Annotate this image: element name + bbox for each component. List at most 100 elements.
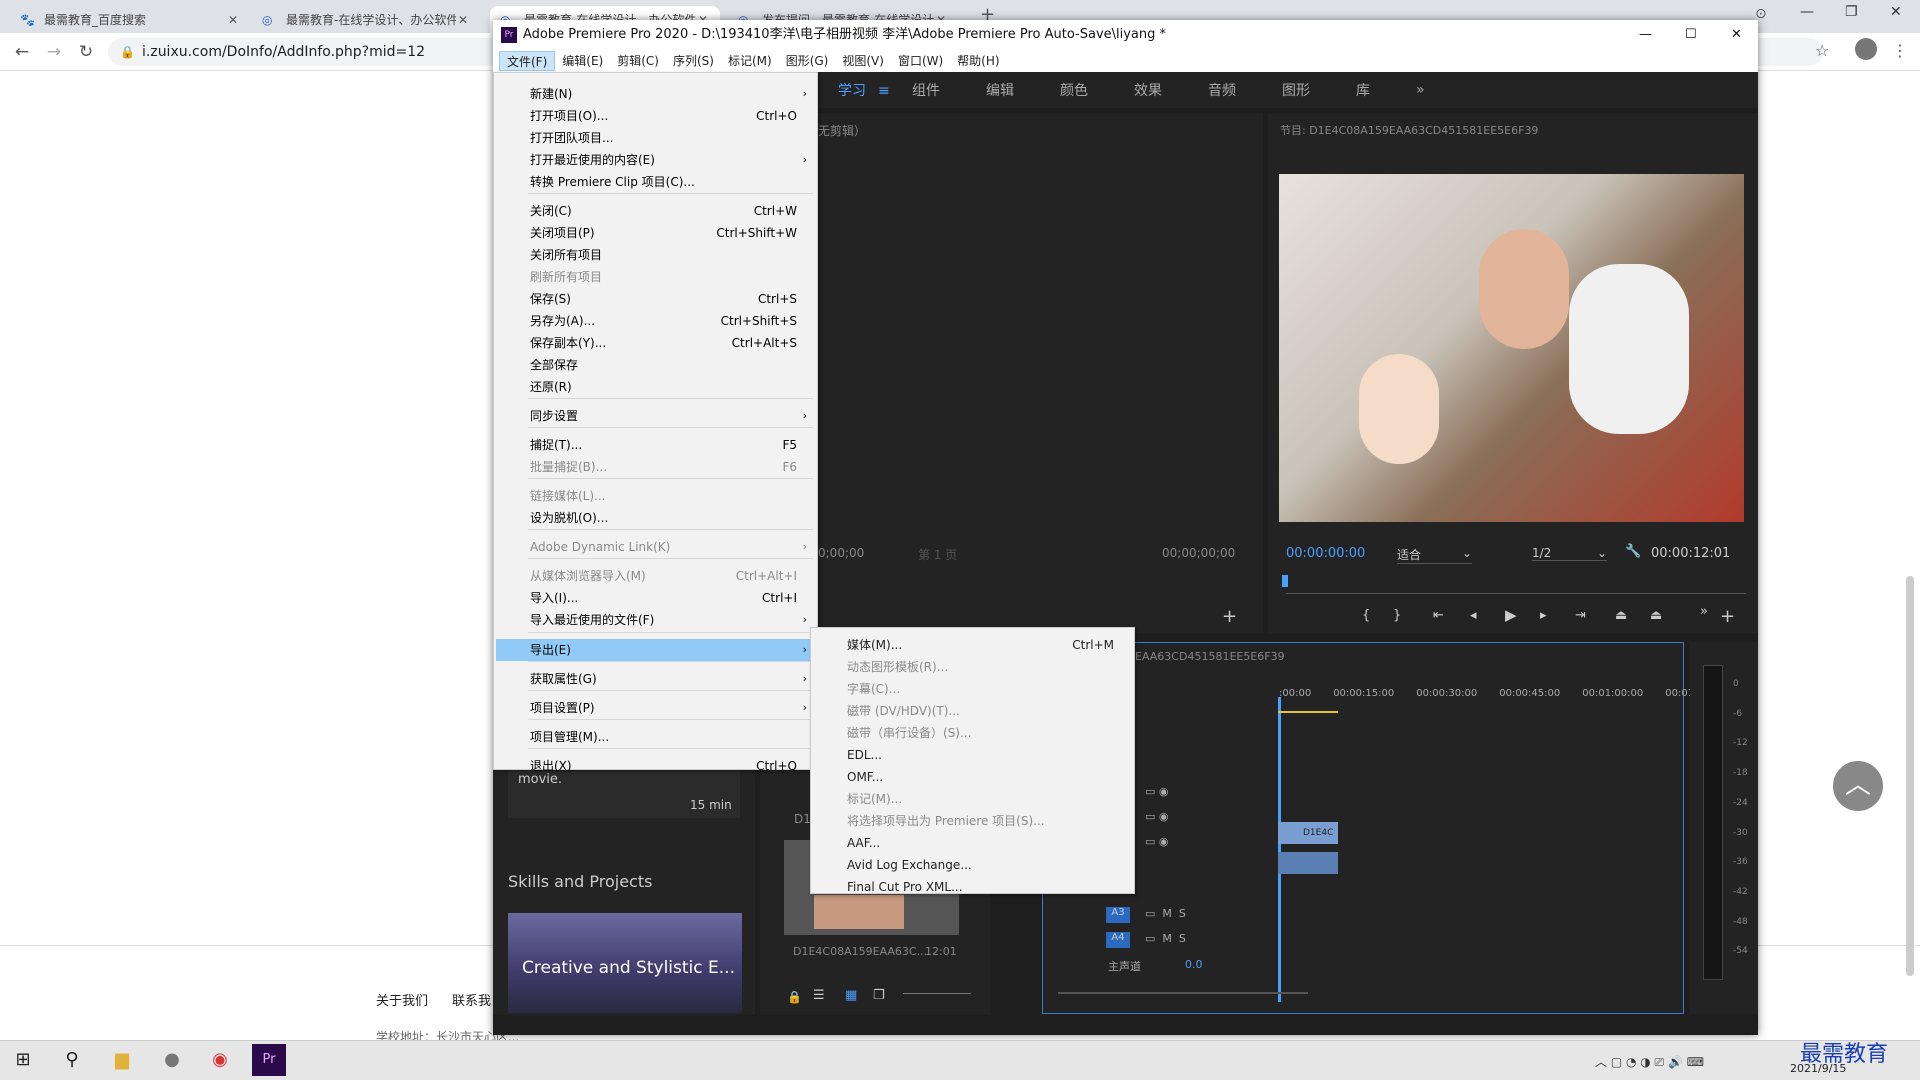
export-menu-item[interactable]: EDL... [813,744,1132,766]
wrench-icon[interactable]: 🔧 [1625,544,1641,559]
file-menu-item[interactable]: 捕捉(T)... F5 [496,434,815,456]
file-menu-item[interactable]: 新建(N) › [496,83,815,105]
export-menu-item[interactable]: 动态图形模板(R)... [813,656,1132,678]
file-menu-item[interactable]: Adobe Dynamic Link(K) › [496,536,815,558]
ws-graphics[interactable]: 图形 [1282,80,1310,100]
step-back-icon[interactable]: ◂ [1470,608,1477,623]
menu-graphics[interactable]: 图形(G) [779,51,836,71]
file-menu-item[interactable]: 导出(E) › [496,639,815,661]
file-menu-item[interactable]: 关闭(C) Ctrl+W [496,200,815,222]
file-menu-item[interactable]: 导入(I)... Ctrl+I [496,587,815,609]
avatar[interactable] [1855,38,1877,60]
track-a4-label[interactable]: A4 [1106,932,1130,948]
menu-help[interactable]: 帮助(H) [950,51,1006,71]
forward-icon[interactable]: → [42,40,66,64]
freeform-view-icon[interactable]: ❐ [873,988,885,1003]
file-menu-item[interactable]: 导入最近使用的文件(F) › [496,609,815,631]
menu-edit[interactable]: 编辑(E) [555,51,610,71]
footer-link-contact[interactable]: 联系我 [452,990,491,1009]
file-menu-item[interactable]: 批量捕捉(B)... F6 [496,456,815,478]
program-scrubber[interactable] [1286,593,1746,594]
footer-link-about[interactable]: 关于我们 [376,990,428,1009]
work-area-bar[interactable] [1278,711,1338,713]
export-menu-item[interactable]: 磁带 (DV/HDV)(T)... [813,700,1132,722]
go-to-out-icon[interactable]: ⇥ [1575,608,1586,623]
export-menu-item[interactable]: Avid Log Exchange... [813,854,1132,876]
export-menu-item[interactable]: 标记(M)... [813,788,1132,810]
timeline-playhead[interactable] [1278,697,1281,1002]
export-menu-item[interactable]: 磁带（串行设备）(S)... [813,722,1132,744]
workspace-menu-icon[interactable]: ≡ [878,83,890,99]
premiere-taskbar-icon[interactable]: Pr [252,1044,286,1076]
play-icon[interactable]: ▶ [1505,606,1517,624]
export-menu-item[interactable]: OMF... [813,766,1132,788]
search-icon[interactable]: ⚲ [55,1044,89,1076]
file-menu-item[interactable]: 同步设置 › [496,405,815,427]
export-menu-item[interactable]: 媒体(M)... Ctrl+M [813,634,1132,656]
master-volume[interactable]: 0.0 [1185,958,1203,971]
mark-out-icon[interactable]: } [1393,608,1401,623]
menu-window[interactable]: 窗口(W) [891,51,950,71]
add-button-icon[interactable]: + [1222,606,1237,627]
close-icon[interactable]: ✕ [456,13,470,27]
ws-editing[interactable]: 编辑 [986,80,1014,100]
file-menu-item[interactable]: 保存副本(Y)... Ctrl+Alt+S [496,332,815,354]
track-a3-label[interactable]: A3 [1106,907,1130,923]
file-menu-item[interactable]: 链接媒体(L)... [496,485,815,507]
arrow-up-icon[interactable]: ︿ [1833,761,1883,811]
menu-clip[interactable]: 剪辑(C) [610,51,666,71]
playhead[interactable] [1282,575,1288,587]
file-menu-item[interactable]: 转换 Premiere Clip 项目(C)... [496,171,815,193]
restore-icon[interactable]: ❐ [1845,4,1858,20]
step-forward-icon[interactable]: ▸ [1540,608,1547,623]
menu-sequence[interactable]: 序列(S) [666,51,721,71]
lift-icon[interactable]: ⏏ [1615,608,1627,623]
export-menu-item[interactable]: AAF... [813,832,1132,854]
back-icon[interactable]: ← [10,40,34,64]
export-menu-item[interactable]: 将选择项导出为 Premiere 项目(S)... [813,810,1132,832]
chrome-icon[interactable]: ◉ [203,1044,237,1076]
file-menu-item[interactable]: 关闭项目(P) Ctrl+Shift+W [496,222,815,244]
close-window-icon[interactable]: ✕ [1890,4,1902,20]
menu-view[interactable]: 视图(V) [835,51,891,71]
more-menu-icon[interactable]: ⋮ [1892,41,1908,60]
lock-icon[interactable]: 🔒 [787,990,802,1004]
ws-assembly[interactable]: 组件 [912,80,940,100]
add-button-icon[interactable]: + [1720,606,1735,627]
icon-view-icon[interactable]: ▦ [845,988,857,1003]
file-menu-item[interactable]: 全部保存 [496,354,815,376]
close-icon[interactable]: ✕ [226,13,240,27]
resolution-dropdown[interactable]: 1/2 ⌄ [1532,546,1607,561]
file-menu-item[interactable]: 关闭所有项目 [496,244,815,266]
page-scrollbar[interactable] [1906,576,1914,976]
zoom-slider[interactable] [903,993,971,994]
ws-color[interactable]: 颜色 [1060,80,1088,100]
fit-dropdown[interactable]: 适合 ⌄ [1397,546,1472,564]
file-menu-item[interactable]: 刷新所有项目 [496,266,815,288]
file-menu-item[interactable]: 保存(S) Ctrl+S [496,288,815,310]
close-window-icon[interactable]: ✕ [1731,20,1742,50]
go-to-in-icon[interactable]: ⇤ [1433,608,1444,623]
tutorial-card[interactable]: Creative and Stylistic E... [508,913,742,1013]
more-workspaces-icon[interactable]: » [1416,82,1425,98]
minimize-icon[interactable]: — [1800,4,1814,20]
track-toggle-icon[interactable]: ▭ ◉ [1145,810,1169,823]
list-view-icon[interactable]: ☰ [813,988,825,1003]
export-menu-item[interactable]: 字幕(C)... [813,678,1132,700]
file-menu-item[interactable]: 打开项目(O)... Ctrl+O [496,105,815,127]
file-menu-item[interactable]: 从媒体浏览器导入(M) Ctrl+Alt+I [496,565,815,587]
minimize-icon[interactable]: — [1639,20,1652,50]
browser-tab[interactable]: 🐾 最需教育_百度搜索 ✕ [10,6,250,33]
video-clip[interactable]: D1E4C [1278,822,1338,844]
ws-learn[interactable]: 学习 [838,80,866,100]
track-toggle-icon[interactable]: ▭ ◉ [1145,785,1169,798]
file-menu-item[interactable]: 打开最近使用的内容(E) › [496,149,815,171]
windows-start-icon[interactable]: ⊞ [6,1044,40,1076]
export-menu-item[interactable]: Final Cut Pro XML... [813,876,1132,898]
ws-effects[interactable]: 效果 [1134,80,1162,100]
browser-tab[interactable]: ◎最需教育-在线学设计、办公软件✕ [252,6,480,33]
file-menu-item[interactable]: 项目设置(P) › [496,697,815,719]
menu-file[interactable]: 文件(F) [499,51,556,71]
ws-libraries[interactable]: 库 [1356,80,1370,100]
extract-icon[interactable]: ⏏ [1650,608,1662,623]
